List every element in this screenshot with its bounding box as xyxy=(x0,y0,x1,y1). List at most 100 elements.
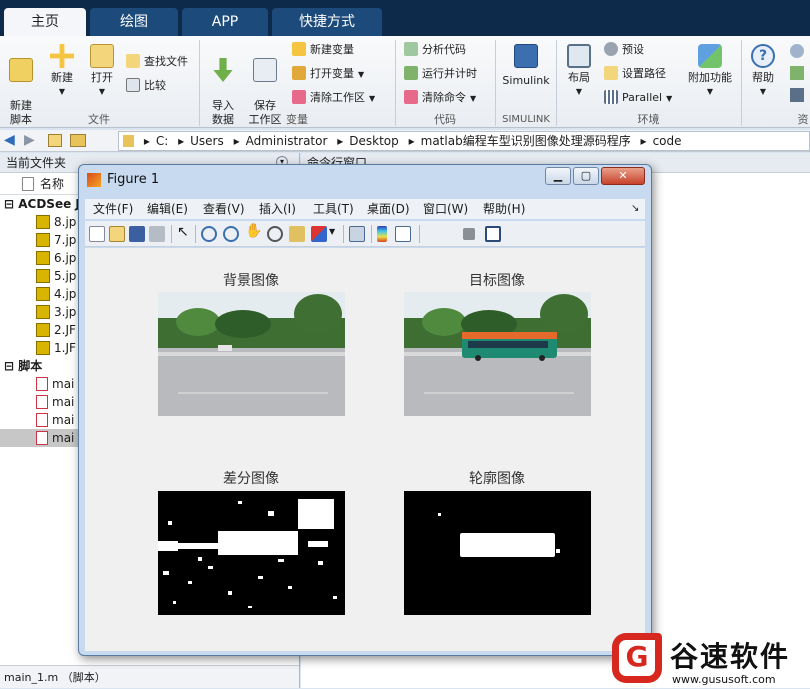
parallel-icon xyxy=(604,90,618,104)
collapse-icon[interactable]: ⊟ xyxy=(4,359,14,373)
open-file-icon[interactable] xyxy=(109,226,125,242)
path-segment[interactable]: Administrator xyxy=(246,134,328,148)
matlab-logo-icon xyxy=(87,173,101,187)
menu-desktop[interactable]: 桌面(D) xyxy=(367,199,410,219)
menu-window[interactable]: 窗口(W) xyxy=(423,199,468,219)
resources-small-icons xyxy=(790,44,808,114)
group-divider xyxy=(741,40,742,126)
clear-eraser-icon xyxy=(404,90,418,104)
tab-shortcuts[interactable]: 快捷方式 xyxy=(272,8,382,36)
toolbar-divider xyxy=(343,225,344,243)
folder-icon xyxy=(123,135,134,147)
path-segment[interactable]: code xyxy=(653,134,682,148)
show-plot-tools-icon[interactable] xyxy=(485,226,501,242)
minimize-button[interactable]: ▁ xyxy=(545,167,571,185)
forward-arrow-icon[interactable]: ▶ xyxy=(24,132,35,148)
menu-edit[interactable]: 编辑(E) xyxy=(147,199,188,219)
m-file-icon xyxy=(36,377,48,391)
layout-button[interactable]: 布局 ▼ xyxy=(562,44,596,99)
jpg-file-icon xyxy=(36,305,50,319)
rotate-3d-icon[interactable] xyxy=(267,226,283,242)
community-icon[interactable] xyxy=(790,44,804,58)
layout-grid-icon xyxy=(567,44,591,68)
jpg-file-icon xyxy=(36,251,50,265)
collapse-icon[interactable]: ⊟ xyxy=(4,197,14,211)
figure-window[interactable]: Figure 1 ▁ ▢ ✕ 文件(F) 编辑(E) 查看(V) 插入(I) 工… xyxy=(78,164,652,656)
up-folder-icon[interactable] xyxy=(48,134,62,147)
simulink-button[interactable]: Simulink xyxy=(500,44,552,88)
zoom-in-icon[interactable] xyxy=(201,226,217,242)
menu-help[interactable]: 帮助(H) xyxy=(483,199,525,219)
new-button[interactable]: 新建 ▼ xyxy=(44,44,80,99)
tab-apps[interactable]: APP xyxy=(182,8,268,36)
dock-arrow-icon[interactable]: ↘ xyxy=(631,199,639,219)
menu-file[interactable]: 文件(F) xyxy=(93,199,133,219)
chevron-down-icon: ▼ xyxy=(666,94,673,103)
menu-insert[interactable]: 插入(I) xyxy=(259,199,296,219)
path-segment[interactable]: C: xyxy=(156,134,168,148)
chevron-down-icon: ▼ xyxy=(98,87,106,96)
chevron-down-icon: ▼ xyxy=(58,87,66,96)
clear-workspace-button[interactable]: 清除工作区 ▼ xyxy=(292,88,375,108)
chevron-down-icon[interactable]: ▼ xyxy=(329,227,335,236)
link-plot-icon[interactable] xyxy=(349,226,365,242)
new-variable-button[interactable]: 新建变量 xyxy=(292,40,354,60)
import-arrow-icon xyxy=(213,58,233,82)
close-button[interactable]: ✕ xyxy=(601,167,645,185)
toolbar-divider xyxy=(371,225,372,243)
colorbar-icon[interactable] xyxy=(377,226,387,242)
help-button[interactable]: ? 帮助 ▼ xyxy=(746,44,780,99)
menu-view[interactable]: 查看(V) xyxy=(203,199,245,219)
m-file-icon xyxy=(36,413,48,427)
set-path-button[interactable]: 设置路径 xyxy=(604,64,666,84)
path-separator: ▸ xyxy=(178,134,185,148)
addons-button[interactable]: 附加功能 ▼ xyxy=(686,44,734,99)
zoom-out-icon[interactable] xyxy=(223,226,239,242)
path-segment[interactable]: Desktop xyxy=(349,134,399,148)
brand-name: 谷速软件 xyxy=(670,640,791,673)
request-support-icon[interactable] xyxy=(790,66,804,80)
tab-home[interactable]: 主页 xyxy=(4,8,86,36)
tab-plots[interactable]: 绘图 xyxy=(90,8,178,36)
run-and-time-button[interactable]: 运行并计时 xyxy=(404,64,477,84)
print-icon[interactable] xyxy=(149,226,165,242)
clear-commands-button[interactable]: 清除命令 ▼ xyxy=(404,88,476,108)
new-figure-icon[interactable] xyxy=(89,226,105,242)
open-button[interactable]: 打开 ▼ xyxy=(84,44,120,99)
contour-image xyxy=(404,491,591,615)
data-cursor-icon[interactable] xyxy=(289,226,305,242)
back-arrow-icon[interactable]: ◀ xyxy=(4,132,15,148)
legend-icon[interactable] xyxy=(395,226,411,242)
browse-folder-icon[interactable] xyxy=(70,134,86,147)
preferences-button[interactable]: 预设 xyxy=(604,40,644,60)
new-script-icon xyxy=(9,58,33,82)
jpg-file-icon xyxy=(36,341,50,355)
compare-button[interactable]: 比较 xyxy=(126,76,166,96)
subplot-title-contour: 轮廓图像 xyxy=(469,471,525,487)
find-folder-icon xyxy=(126,54,140,68)
path-segment[interactable]: Users xyxy=(190,134,224,148)
pan-hand-icon[interactable]: ✋ xyxy=(245,223,262,239)
analyze-code-button[interactable]: 分析代码 xyxy=(404,40,466,60)
path-segment[interactable]: matlab编程车型识别图像处理源码程序 xyxy=(421,134,631,148)
pointer-arrow-icon[interactable]: ↖ xyxy=(177,224,189,240)
hide-plot-tools-icon[interactable] xyxy=(463,228,475,240)
brush-icon[interactable] xyxy=(311,226,327,242)
figure-canvas[interactable]: 背景图像 目标图像 差分图像 轮廓图像 xyxy=(85,248,645,651)
save-workspace-icon xyxy=(253,58,277,82)
toolstrip-ribbon: 新建 脚本 新建 ▼ 打开 ▼ 查找文件 比较 文件 导入 数据 保存 工作区 … xyxy=(0,36,810,128)
chevron-down-icon: ▼ xyxy=(369,94,376,103)
menu-tools[interactable]: 工具(T) xyxy=(313,199,354,219)
save-icon[interactable] xyxy=(129,226,145,242)
find-files-button[interactable]: 查找文件 xyxy=(126,52,188,72)
open-variable-button[interactable]: 打开变量 ▼ xyxy=(292,64,364,84)
folder-path[interactable]: ▸ C: ▸ Users ▸ Administrator ▸ Desktop ▸ matl… xyxy=(118,131,810,151)
learn-matlab-icon[interactable] xyxy=(790,88,804,102)
parallel-button[interactable]: Parallel ▼ xyxy=(604,88,672,108)
details-footer: main_1.m （脚本） xyxy=(0,665,299,688)
simulink-icon xyxy=(514,44,538,68)
maximize-button[interactable]: ▢ xyxy=(573,167,599,185)
chevron-down-icon: ▼ xyxy=(759,87,767,96)
watermark-logo: G 谷速软件 www.gususoft.com xyxy=(612,633,810,688)
clear-eraser-icon xyxy=(292,90,306,104)
